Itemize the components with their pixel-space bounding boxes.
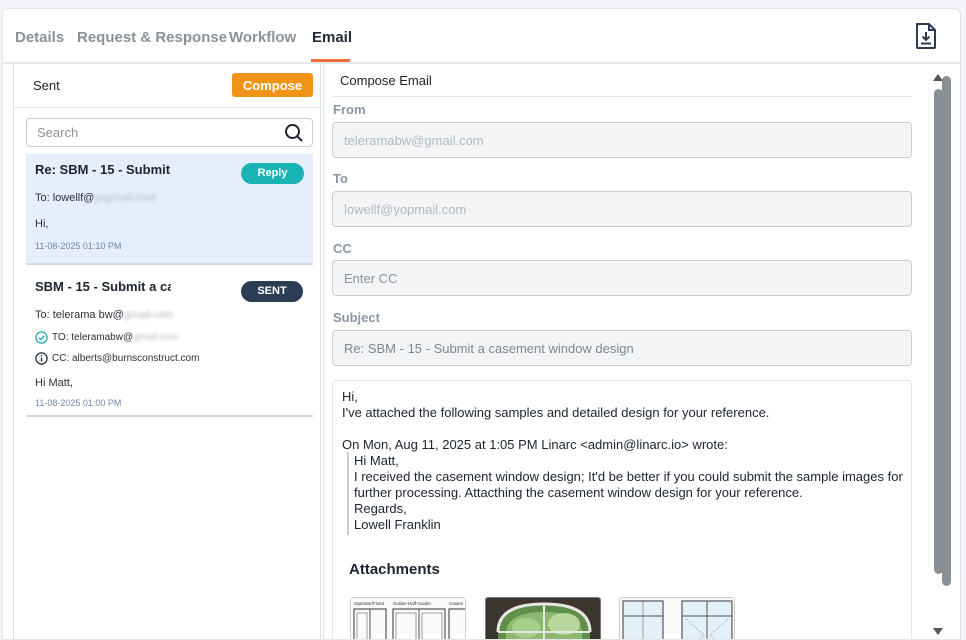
outer-scroll-thumb[interactable] bbox=[942, 76, 951, 586]
attachment-thumbnail[interactable] bbox=[619, 597, 735, 639]
quote-line: Lowell Franklin bbox=[354, 517, 441, 532]
mail-preview: Hi Matt, bbox=[35, 377, 73, 389]
attachment-thumbnail[interactable]: Operator/Fixed Guider-Half-Guider Casem bbox=[350, 597, 466, 639]
cc-field[interactable] bbox=[332, 260, 912, 296]
attachment-thumbnail[interactable] bbox=[485, 597, 601, 639]
thumb-label: Guider-Half-Guider bbox=[393, 601, 432, 606]
email-body-editor[interactable]: Hi, I've attached the following samples … bbox=[332, 380, 912, 639]
info-circle-icon bbox=[35, 352, 48, 365]
subject-label: Subject bbox=[333, 310, 380, 325]
sent-list-header: Sent Compose bbox=[14, 64, 320, 108]
from-field[interactable] bbox=[332, 122, 912, 158]
mail-to-status: TO: teleramabw@gmail.com bbox=[52, 332, 179, 343]
tab-email[interactable]: Email bbox=[312, 29, 352, 46]
mail-date: 11-08-2025 01:00 PM bbox=[35, 398, 122, 408]
quote-bar bbox=[347, 452, 349, 535]
mail-date: 11-08-2025 01:10 PM bbox=[35, 241, 122, 251]
body-line: On Mon, Aug 11, 2025 at 1:05 PM Linarc <… bbox=[342, 437, 728, 452]
mail-subject: SBM - 15 - Submit a casement window desi… bbox=[35, 279, 171, 294]
active-tab-indicator bbox=[311, 59, 350, 62]
to-field[interactable] bbox=[332, 191, 912, 227]
thumb-label: Casem bbox=[449, 601, 464, 606]
sent-list-panel: Sent Compose Re: SBM - 15 - Submit a cas… bbox=[13, 64, 321, 639]
thumb-label: Operator/Fixed bbox=[354, 601, 385, 606]
tab-bar: Details Request & Response Workflow Emai… bbox=[3, 9, 960, 64]
body-line: Hi, bbox=[342, 389, 358, 404]
sent-title: Sent bbox=[33, 78, 60, 93]
quote-line: I received the casement window design; I… bbox=[354, 469, 903, 484]
tab-workflow[interactable]: Workflow bbox=[229, 29, 296, 46]
compose-button[interactable]: Compose bbox=[232, 73, 313, 97]
check-circle-icon bbox=[35, 331, 48, 344]
subject-field[interactable] bbox=[332, 330, 912, 366]
search-icon[interactable] bbox=[284, 123, 304, 143]
email-panel: Details Request & Response Workflow Emai… bbox=[2, 8, 961, 640]
compose-title: Compose Email bbox=[340, 73, 432, 88]
quote-line: Hi Matt, bbox=[354, 453, 399, 468]
divider bbox=[332, 96, 912, 97]
mail-to: To: lowellf@yopmail.com bbox=[35, 192, 157, 204]
mail-subject: Re: SBM - 15 - Submit a casement window … bbox=[35, 162, 171, 177]
reply-badge[interactable]: Reply bbox=[241, 163, 304, 184]
mail-list-item[interactable]: Re: SBM - 15 - Submit a casement window … bbox=[26, 154, 313, 265]
sent-badge: SENT bbox=[241, 281, 303, 302]
cc-label: CC bbox=[333, 241, 352, 256]
mail-to: To: telerama bw@gmail.com bbox=[35, 309, 174, 321]
export-pdf-icon[interactable] bbox=[913, 22, 939, 50]
mail-preview: Hi, bbox=[35, 218, 49, 230]
compose-panel: Compose Email From To CC Subject Hi, I'v… bbox=[323, 64, 923, 639]
to-label: To bbox=[333, 171, 348, 186]
quote-line: further processing. Attacthing the casem… bbox=[354, 485, 803, 500]
search-box bbox=[26, 118, 313, 147]
body-line: I've attached the following samples and … bbox=[342, 405, 770, 420]
quote-line: Regards, bbox=[354, 501, 407, 516]
mail-list-item[interactable]: SBM - 15 - Submit a casement window desi… bbox=[26, 267, 313, 417]
mail-cc: CC: alberts@burnsconstruct.com bbox=[52, 353, 200, 364]
tab-request-response[interactable]: Request & Response bbox=[77, 29, 227, 46]
from-label: From bbox=[333, 102, 366, 117]
scroll-down-arrow-icon[interactable] bbox=[933, 628, 943, 635]
compose-scrollbar[interactable] bbox=[928, 71, 951, 639]
search-input[interactable] bbox=[27, 119, 277, 146]
attachments-title: Attachments bbox=[349, 561, 440, 578]
tab-details[interactable]: Details bbox=[15, 29, 64, 46]
